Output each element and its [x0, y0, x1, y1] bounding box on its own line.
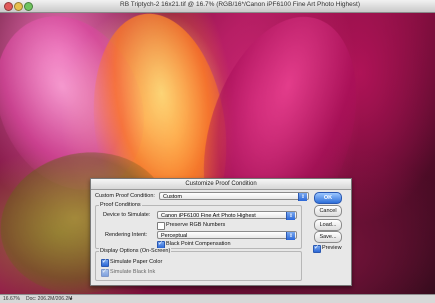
dialog-title: Customize Proof Condition — [91, 179, 351, 190]
rendering-intent-label: Rendering Intent: — [105, 232, 148, 238]
ok-button[interactable]: OK — [314, 192, 342, 204]
close-window-icon[interactable] — [4, 2, 13, 11]
chevron-updown-icon: ⇕ — [286, 232, 295, 240]
proof-conditions-label: Proof Conditions — [99, 202, 142, 208]
zoom-level[interactable]: 16.67% — [3, 296, 20, 302]
document-title-bar[interactable]: RB Triptych-2 16x21.tif @ 16.7% (RGB/16*… — [0, 0, 435, 13]
simulate-black-ink-checkbox[interactable] — [101, 268, 109, 277]
simulate-paper-color-label: Simulate Paper Color — [110, 259, 163, 265]
custom-proof-condition-label: Custom Proof Condition: — [95, 193, 155, 199]
zoom-window-icon[interactable] — [24, 2, 33, 11]
document-title: RB Triptych-2 16x21.tif @ 16.7% (RGB/16*… — [120, 1, 360, 8]
customize-proof-dialog: Customize Proof Condition Custom Proof C… — [90, 178, 352, 286]
preview-checkbox[interactable] — [313, 244, 321, 253]
preserve-rgb-label: Preserve RGB Numbers — [166, 222, 226, 228]
custom-proof-condition-select[interactable]: Custom ⇕ — [159, 192, 309, 201]
minimize-window-icon[interactable] — [14, 2, 23, 11]
device-to-simulate-label: Device to Simulate: — [103, 212, 151, 218]
preserve-rgb-checkbox[interactable] — [157, 222, 165, 230]
simulate-black-ink-label: Simulate Black Ink — [110, 269, 156, 275]
status-menu-arrow-icon[interactable]: ▸ — [70, 296, 73, 302]
cancel-button[interactable]: Cancel — [314, 205, 342, 217]
simulate-paper-color-checkbox[interactable] — [101, 258, 109, 267]
rendering-intent-value: Perceptual — [161, 233, 188, 239]
device-to-simulate-value: Canon iPF6100 Fine Art Photo Highest — [161, 213, 256, 219]
load-button[interactable]: Load... — [314, 219, 342, 231]
custom-proof-condition-value: Custom — [163, 194, 182, 200]
display-options-group — [95, 251, 302, 281]
chevron-updown-icon: ⇕ — [286, 212, 295, 220]
rendering-intent-select[interactable]: Perceptual ⇕ — [157, 231, 297, 240]
preview-label: Preview — [322, 245, 342, 251]
chevron-updown-icon: ⇕ — [298, 193, 307, 201]
device-to-simulate-select[interactable]: Canon iPF6100 Fine Art Photo Highest ⇕ — [157, 211, 297, 220]
document-size-info: Doc: 206.2M/206.2M — [26, 296, 73, 302]
black-point-compensation-label: Black Point Compensation — [166, 241, 231, 247]
display-options-label: Display Options (On-Screen) — [99, 248, 172, 254]
save-button[interactable]: Save... — [314, 231, 342, 243]
